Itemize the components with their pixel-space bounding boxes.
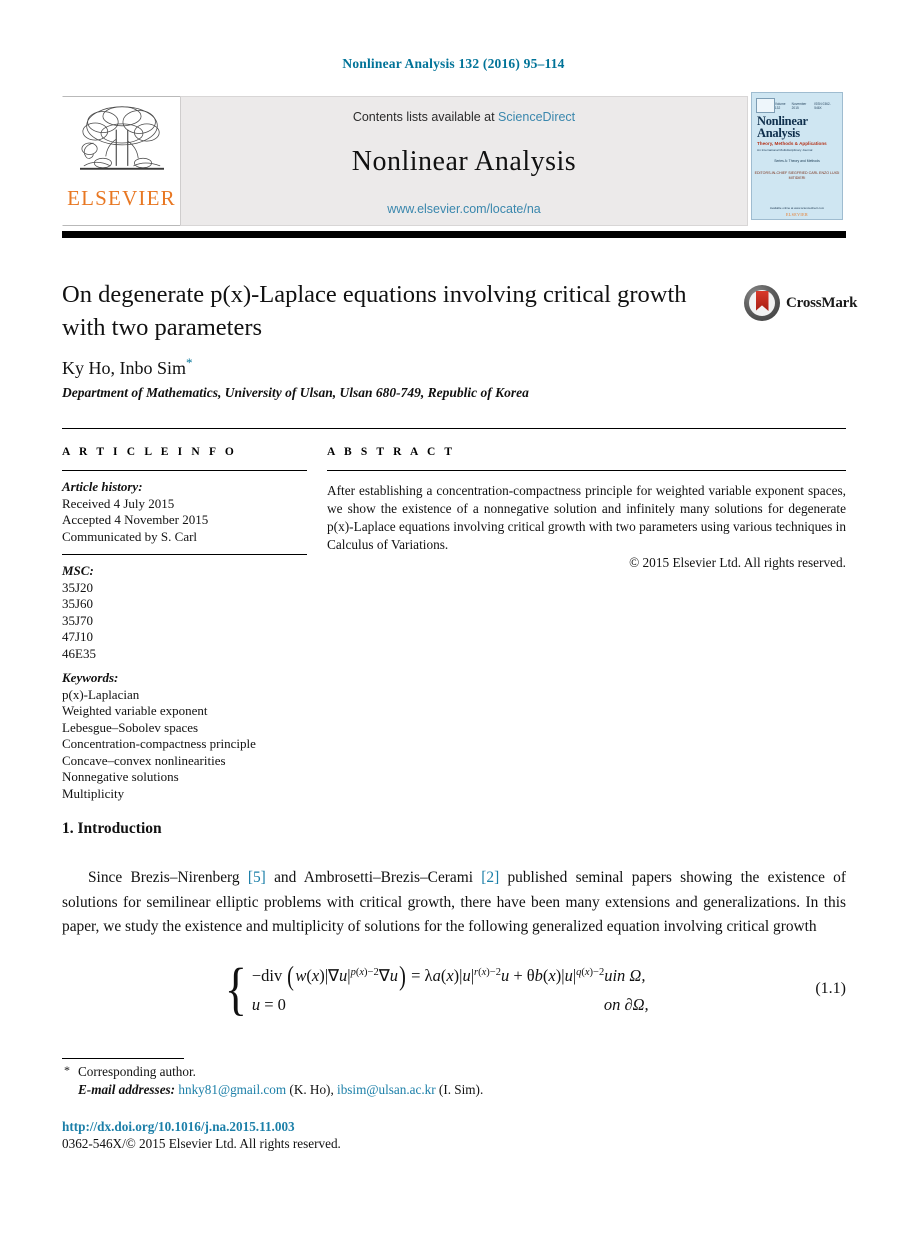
keyword-item: Nonnegative solutions <box>62 769 179 784</box>
keyword-item: Concave–convex nonlinearities <box>62 752 226 768</box>
keyword-item: Weighted variable exponent <box>62 703 208 718</box>
elsevier-tree-icon <box>79 106 164 170</box>
equation-line-2: u = 0 on ∂Ω, <box>252 990 649 1019</box>
keyword-item: Lebesgue–Sobolev spaces <box>62 719 199 735</box>
msc-code: 47J10 <box>62 629 94 644</box>
doi-link[interactable]: http://dx.doi.org/10.1016/j.na.2015.11.0… <box>62 1119 295 1135</box>
cover-subtitle-2: An International Multidisciplinary Journ… <box>757 148 813 152</box>
msc-code: 46E35 <box>62 645 96 661</box>
intro-text-part-1: Since Brezis–Nirenberg <box>88 869 248 886</box>
cover-series: Series A: Theory and Methods <box>774 159 820 163</box>
email-addresses-label: E-mail addresses: <box>78 1082 176 1097</box>
elsevier-wordmark: ELSEVIER <box>67 186 176 210</box>
footnote-corresponding-author: Corresponding author. <box>78 1064 196 1079</box>
cover-subtitle: Theory, Methods & Applications <box>757 141 827 146</box>
journal-article-page: Nonlinear Analysis 132 (2016) 95–114 ELS… <box>0 0 907 1238</box>
sciencedirect-banner: Contents lists available at ScienceDirec… <box>180 96 748 226</box>
footnote-marker: * <box>64 1063 70 1077</box>
equation-number: (1.1) <box>815 979 846 997</box>
journal-masthead: ELSEVIER Contents lists available at Sci… <box>62 92 846 226</box>
keywords-group: Keywords: p(x)-Laplacian Weighted variab… <box>62 670 307 802</box>
email-link-sim[interactable]: ibsim@ulsan.ac.kr <box>337 1082 436 1097</box>
msc-code: 35J70 <box>62 612 94 628</box>
email-link-ho[interactable]: hnky81@gmail.com <box>178 1082 286 1097</box>
contents-lists-line: Contents lists available at ScienceDirec… <box>353 110 575 124</box>
journal-homepage-link[interactable]: www.elsevier.com/locate/na <box>387 202 541 216</box>
section-title-introduction: 1. Introduction <box>62 820 162 837</box>
title-line-2: with two parameters <box>62 314 263 341</box>
page-title: On degenerate p(x)-Laplace equations inv… <box>62 278 722 344</box>
msc-rule <box>62 554 307 555</box>
cover-elsevier-logo: ELSEVIER <box>785 212 809 217</box>
footnote-divider <box>62 1058 184 1059</box>
msc-code: 35J60 <box>62 596 94 611</box>
display-equation-1-1: { −div (w(x)|∇u|p(x)−2∇u) = λa(x)|u|r(x)… <box>224 955 846 1021</box>
masthead-divider <box>62 231 846 238</box>
abstract-heading: A B S T R A C T <box>327 446 456 458</box>
cover-title: Nonlinear Analysis <box>757 114 808 140</box>
citation-link-2[interactable]: [2] <box>481 869 499 886</box>
cover-editors: EDITORS-IN-CHIEF SIEGFRIED CARL ENZO LUI… <box>754 171 840 181</box>
cover-volume-right: ISSN 0362-546X <box>814 101 831 110</box>
article-info-rule <box>62 470 307 471</box>
article-history-label: Article history: <box>62 479 143 494</box>
abstract-text: After establishing a concentration-compa… <box>327 483 846 552</box>
issn-copyright-line: 0362-546X/© 2015 Elsevier Ltd. All right… <box>62 1136 341 1151</box>
corresponding-author-marker: * <box>186 355 193 370</box>
article-history-item: Received 4 July 2015 <box>62 495 175 511</box>
crossmark-label: CrossMark <box>786 294 858 311</box>
author-list: Ky Ho, Inbo Sim* <box>62 355 193 379</box>
contents-lists-prefix: Contents lists available at <box>352 110 499 124</box>
equation-boundary-condition: on ∂Ω, <box>603 995 649 1014</box>
elsevier-logo-block: ELSEVIER <box>62 96 180 226</box>
keywords-label: Keywords: <box>62 670 119 685</box>
cover-volume-left: Volume 132 <box>774 101 786 110</box>
abstract-rule <box>327 470 846 471</box>
cover-elsevier-badge <box>756 98 775 113</box>
cover-volume-bar: Volume 132 November 2015 ISSN 0362-546X <box>756 98 838 113</box>
abstract-section-divider <box>62 428 846 429</box>
author-names: Ky Ho, Inbo Sim <box>62 358 187 378</box>
cover-volume-mid: November 2015 <box>791 101 807 110</box>
running-head: Nonlinear Analysis 132 (2016) 95–114 <box>342 56 565 71</box>
equation-domain-condition: in Ω, <box>612 966 646 985</box>
journal-title: Nonlinear Analysis <box>351 146 577 177</box>
equation-body: −div (w(x)|∇u|p(x)−2∇u) = λa(x)|u|r(x)−2… <box>252 958 649 1019</box>
msc-group: MSC: 35J20 35J60 35J70 47J10 46E35 <box>62 563 307 662</box>
abstract-column: A B S T R A C T After establishing a con… <box>327 446 846 571</box>
crossmark-icon <box>744 285 780 321</box>
citation-link-5[interactable]: [5] <box>248 869 266 886</box>
cover-footer: Available online at www.sciencedirect.co… <box>769 206 825 210</box>
equation-line-1: −div (w(x)|∇u|p(x)−2∇u) = λa(x)|u|r(x)−2… <box>251 961 646 991</box>
footnote-emails: E-mail addresses: hnky81@gmail.com (K. H… <box>78 1082 483 1098</box>
introduction-paragraph: Since Brezis–Nirenberg [5] and Ambrosett… <box>62 866 846 940</box>
keyword-item: Concentration-compactness principle <box>62 736 256 751</box>
email-owner-ho: (K. Ho), <box>289 1082 334 1097</box>
title-line-1: On degenerate p(x)-Laplace equations inv… <box>62 281 687 308</box>
msc-label: MSC: <box>62 563 94 578</box>
abstract-copyright: © 2015 Elsevier Ltd. All rights reserved… <box>629 555 846 570</box>
intro-text-part-2: and Ambrosetti–Brezis–Cerami <box>265 869 482 886</box>
journal-cover-block: Volume 132 November 2015 ISSN 0362-546X … <box>748 92 846 226</box>
email-owner-sim: (I. Sim). <box>438 1082 484 1097</box>
article-info-heading: A R T I C L E I N F O <box>62 446 237 458</box>
msc-code: 35J20 <box>62 579 94 595</box>
article-info-column: A R T I C L E I N F O Article history: R… <box>62 446 307 802</box>
journal-cover-thumbnail: Volume 132 November 2015 ISSN 0362-546X … <box>751 92 843 220</box>
author-affiliation: Department of Mathematics, University of… <box>62 385 529 400</box>
article-history-item: Accepted 4 November 2015 <box>62 512 209 527</box>
crossmark-badge[interactable]: CrossMark <box>744 283 857 323</box>
keyword-item: p(x)-Laplacian <box>62 686 140 702</box>
article-history-item: Communicated by S. Carl <box>62 528 198 544</box>
sciencedirect-link[interactable]: ScienceDirect <box>498 110 575 124</box>
article-history-group: Article history: Received 4 July 2015 Ac… <box>62 479 307 545</box>
keyword-item: Multiplicity <box>62 785 125 801</box>
